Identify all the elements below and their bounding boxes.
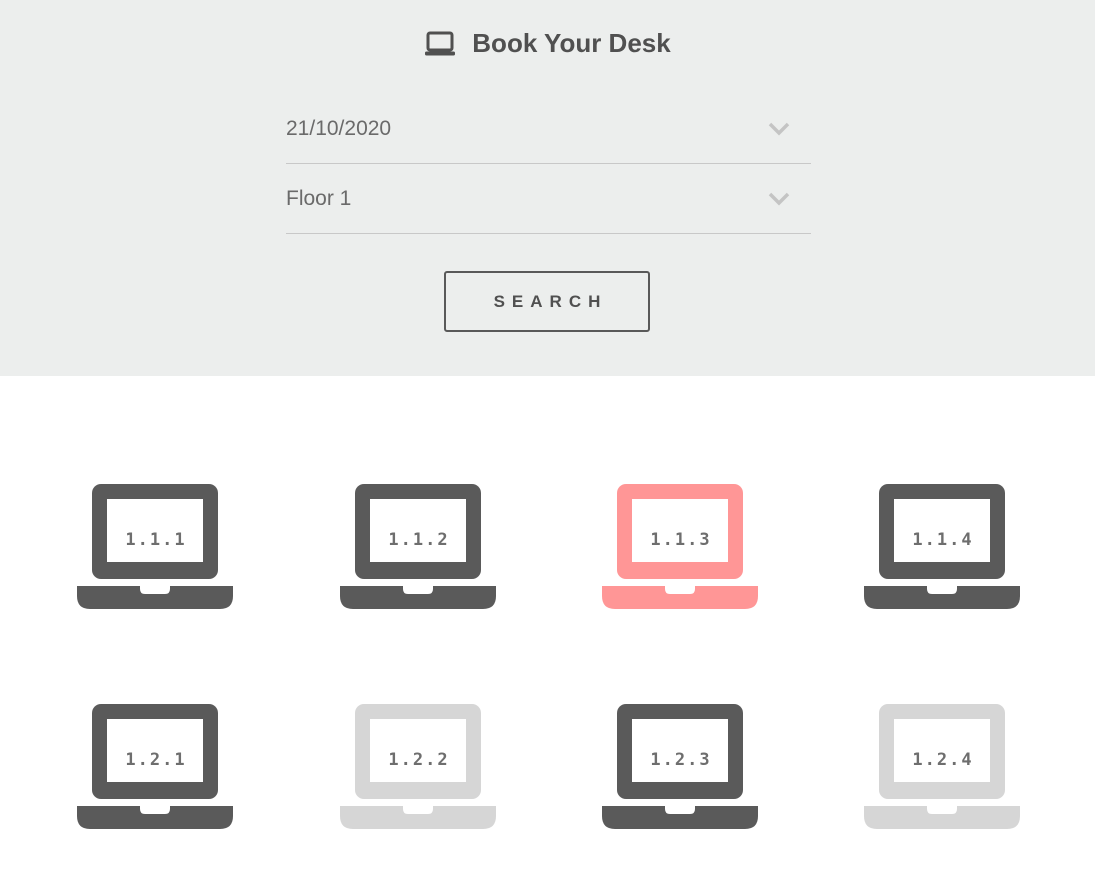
date-select[interactable]: 21/10/2020 (286, 93, 811, 164)
desk-label: 1.1.4 (912, 530, 974, 550)
laptop-icon (424, 31, 456, 57)
search-button[interactable]: SEARCH (444, 271, 650, 332)
title-row: Book Your Desk (0, 28, 1095, 59)
desk-1-2-1[interactable]: 1.2.1 (76, 704, 236, 830)
desk-label: 1.2.3 (650, 750, 712, 770)
desk-label: 1.1.2 (388, 530, 450, 550)
desk-1-1-3[interactable]: 1.1.3 (601, 484, 761, 610)
desk-1-1-4[interactable]: 1.1.4 (863, 484, 1023, 610)
desk-label: 1.1.1 (125, 530, 187, 550)
floor-value: Floor 1 (286, 187, 352, 210)
floor-select[interactable]: Floor 1 (286, 163, 811, 234)
desk-label: 1.2.4 (912, 750, 974, 770)
desk-1-2-3[interactable]: 1.2.3 (601, 704, 761, 830)
desk-1-1-1[interactable]: 1.1.1 (76, 484, 236, 610)
desk-1-2-4: 1.2.4 (863, 704, 1023, 830)
date-value: 21/10/2020 (286, 117, 392, 140)
desk-label: 1.2.1 (125, 750, 187, 770)
booking-header: Book Your Desk 21/10/2020 Floor 1 SEARCH (0, 0, 1095, 376)
desk-label: 1.1.3 (650, 530, 712, 550)
desk-label: 1.2.2 (388, 750, 450, 770)
desk-1-2-2: 1.2.2 (339, 704, 499, 830)
desk-1-1-2[interactable]: 1.1.2 (339, 484, 499, 610)
page-title: Book Your Desk (472, 28, 671, 58)
